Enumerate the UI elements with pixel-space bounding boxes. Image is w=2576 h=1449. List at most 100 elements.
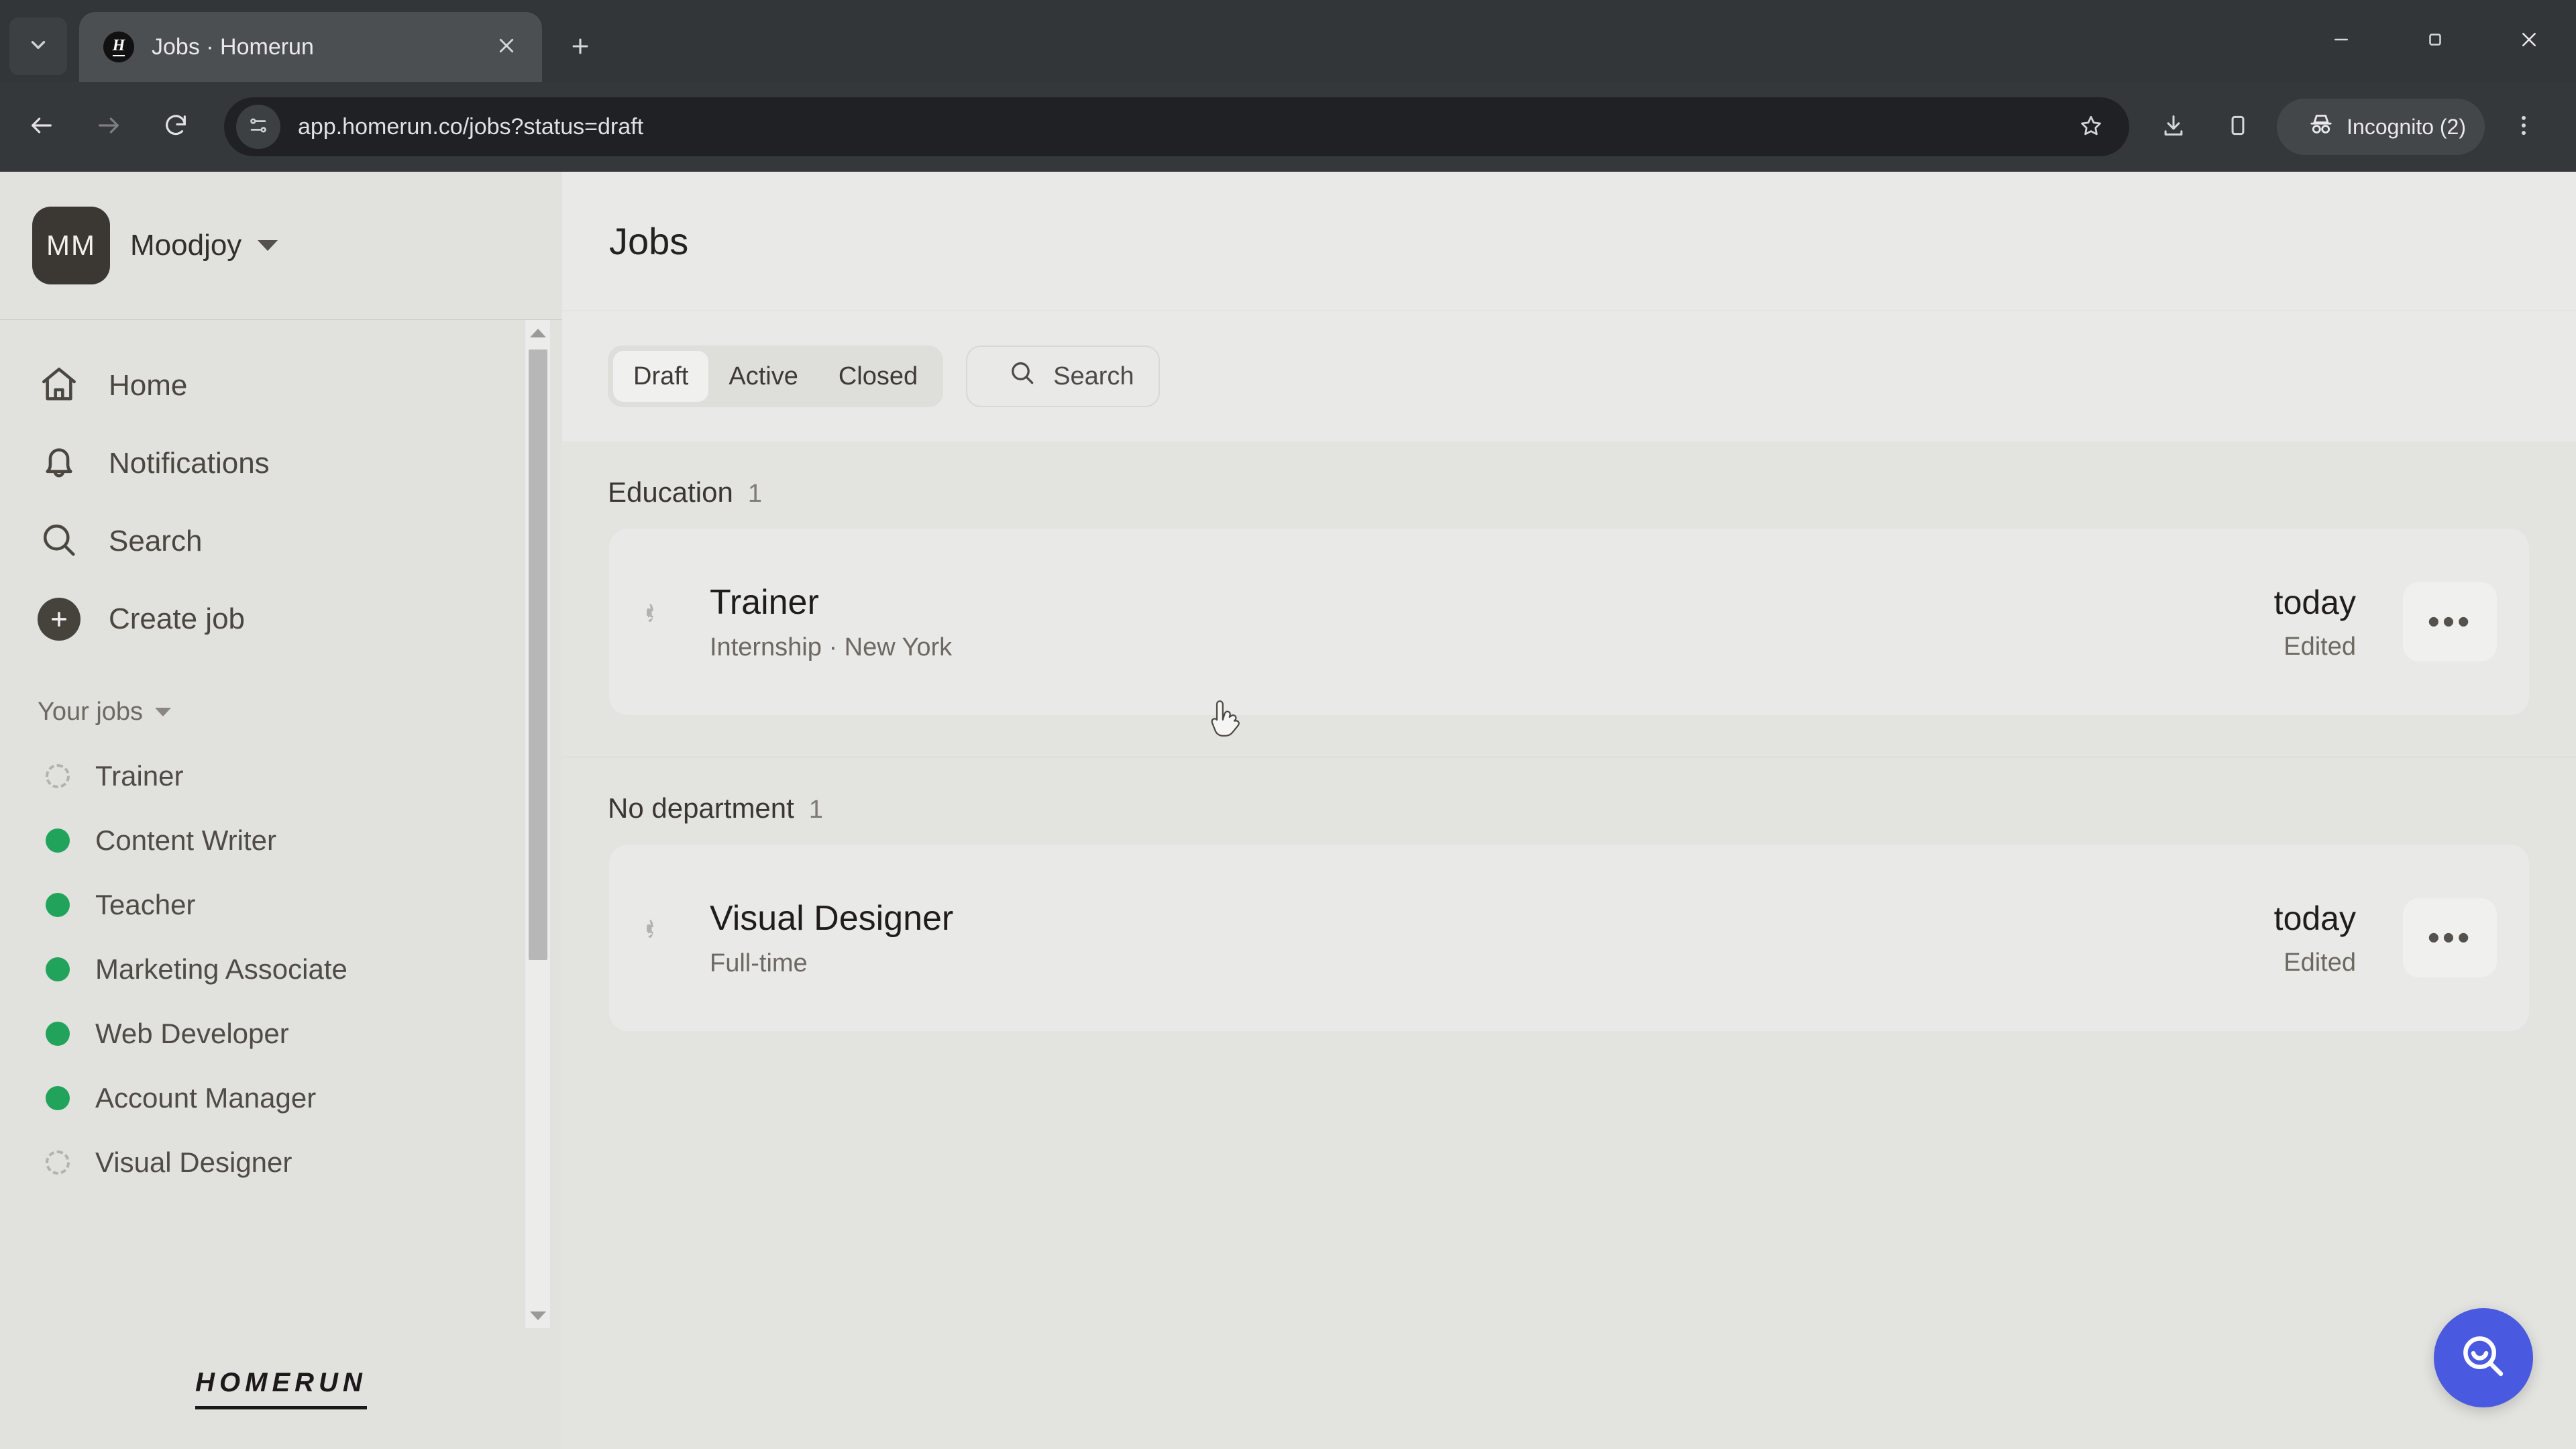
job-edited-label: Edited (2284, 948, 2356, 977)
job-more-button[interactable]: ••• (2403, 898, 2497, 977)
side-panel-button[interactable] (2210, 99, 2266, 155)
sidebar-job-label: Trainer (95, 760, 184, 792)
sidebar-item-label: Search (109, 525, 203, 557)
status-active-icon (46, 1086, 70, 1110)
tab-search-button[interactable] (9, 17, 67, 75)
status-active-icon (46, 828, 70, 853)
main-content: Jobs Draft Active Closed Search Educatio… (562, 172, 2576, 1449)
help-search-fab[interactable] (2434, 1308, 2533, 1407)
search-button[interactable]: Search (966, 345, 1160, 407)
scroll-down-button[interactable] (525, 1303, 550, 1328)
search-icon (1008, 358, 1037, 394)
status-draft-icon (647, 604, 676, 637)
bell-icon (38, 441, 80, 487)
sidebar-job-trainer[interactable]: Trainer (0, 744, 562, 808)
your-jobs-label: Your jobs (38, 697, 144, 726)
app-viewport: MM Moodjoy Home Notifications Search Cre… (0, 172, 2576, 1449)
browser-tab[interactable]: H Jobs · Homerun (79, 12, 542, 82)
download-icon (2161, 113, 2186, 142)
status-draft-icon (647, 920, 676, 953)
tab-draft[interactable]: Draft (613, 351, 709, 402)
sidebar-item-label: Home (109, 369, 188, 402)
forward-button[interactable] (79, 97, 138, 156)
job-title: Visual Designer (710, 898, 954, 938)
reload-button[interactable] (146, 97, 205, 156)
job-card[interactable]: Visual Designer Full-time today Edited •… (609, 845, 2529, 1031)
window-close-button[interactable] (2482, 0, 2576, 82)
job-title: Trainer (710, 582, 819, 622)
sidebar-footer: HOMERUN (0, 1328, 562, 1449)
status-active-icon (46, 1022, 70, 1046)
sidebar-scrollbar[interactable] (525, 320, 550, 1328)
site-settings-button[interactable] (236, 105, 280, 149)
sidebar-job-label: Web Developer (95, 1018, 289, 1049)
bookmark-button[interactable] (2069, 105, 2113, 149)
back-arrow-icon (28, 112, 55, 142)
three-dot-menu-icon: ••• (2427, 602, 2473, 641)
window-close-icon (2519, 30, 2539, 53)
org-name: Moodjoy (130, 229, 242, 262)
sidebar-item-create-job[interactable]: Create job (0, 580, 562, 658)
close-tab-button[interactable] (488, 29, 525, 65)
sidebar-item-label: Notifications (109, 447, 270, 480)
browser-toolbar: app.homerun.co/jobs?status=draft Incogni… (0, 82, 2576, 172)
sidebar-job-visual-designer[interactable]: Visual Designer (0, 1130, 562, 1195)
job-subtitle: Internship · New York (710, 633, 953, 661)
sidebar-scroll-area: Home Notifications Search Create job You… (0, 320, 562, 1328)
group-header: No department 1 (562, 757, 2576, 833)
url-text: app.homerun.co/jobs?status=draft (298, 113, 644, 140)
org-switcher[interactable]: MM Moodjoy (0, 172, 562, 319)
job-date: today (2273, 899, 2356, 937)
chevron-down-icon (155, 707, 172, 716)
group-name: No department (608, 792, 794, 824)
sidebar-job-web-developer[interactable]: Web Developer (0, 1002, 562, 1066)
window-controls (2294, 0, 2576, 82)
sidebar-item-home[interactable]: Home (0, 347, 562, 425)
sidebar-job-label: Marketing Associate (95, 953, 347, 985)
sidebar-job-content-writer[interactable]: Content Writer (0, 808, 562, 873)
incognito-profile-chip[interactable]: Incognito (2) (2277, 99, 2485, 155)
job-date: today (2273, 583, 2356, 621)
downloads-button[interactable] (2145, 99, 2202, 155)
job-card[interactable]: Trainer Internship · New York today Edit… (609, 529, 2529, 715)
group-count: 1 (808, 796, 823, 824)
sidebar-job-label: Account Manager (95, 1082, 317, 1114)
group-name: Education (608, 476, 733, 508)
sidebar-job-account-manager[interactable]: Account Manager (0, 1066, 562, 1130)
sidebar-job-marketing-associate[interactable]: Marketing Associate (0, 937, 562, 1002)
new-tab-button[interactable] (557, 24, 604, 71)
incognito-label: Incognito (2) (2347, 114, 2466, 139)
your-jobs-header[interactable]: Your jobs (0, 680, 562, 744)
scrollbar-thumb[interactable] (529, 350, 547, 960)
job-more-button[interactable]: ••• (2403, 582, 2497, 661)
sidebar-job-teacher[interactable]: Teacher (0, 873, 562, 937)
reload-icon (162, 112, 189, 142)
homerun-logo: HOMERUN (195, 1368, 367, 1409)
sidebar-item-search[interactable]: Search (0, 502, 562, 580)
status-active-icon (46, 893, 70, 917)
sidebar-item-notifications[interactable]: Notifications (0, 425, 562, 502)
group-count: 1 (747, 480, 762, 508)
filter-bar: Draft Active Closed Search (562, 311, 2576, 737)
three-dot-menu-icon (2511, 113, 2536, 142)
minimize-icon (2331, 30, 2351, 53)
browser-menu-button[interactable] (2496, 99, 2552, 155)
home-icon (38, 363, 80, 409)
status-tabs: Draft Active Closed (608, 345, 944, 407)
back-button[interactable] (12, 97, 71, 156)
plus-icon (569, 35, 592, 61)
maximize-icon (2425, 30, 2445, 53)
address-bar[interactable]: app.homerun.co/jobs?status=draft (224, 97, 2130, 156)
search-icon (38, 519, 80, 565)
scroll-up-button[interactable] (525, 320, 550, 345)
three-dot-menu-icon: ••• (2427, 918, 2473, 957)
tab-closed[interactable]: Closed (818, 351, 938, 402)
plus-circle-icon (38, 598, 80, 641)
job-subtitle: Full-time (710, 949, 808, 977)
minimize-button[interactable] (2294, 0, 2388, 82)
tab-active[interactable]: Active (708, 351, 818, 402)
forward-arrow-icon (95, 112, 122, 142)
page-title: Jobs (609, 220, 689, 262)
tab-strip: H Jobs · Homerun (0, 0, 2576, 82)
maximize-button[interactable] (2388, 0, 2482, 82)
